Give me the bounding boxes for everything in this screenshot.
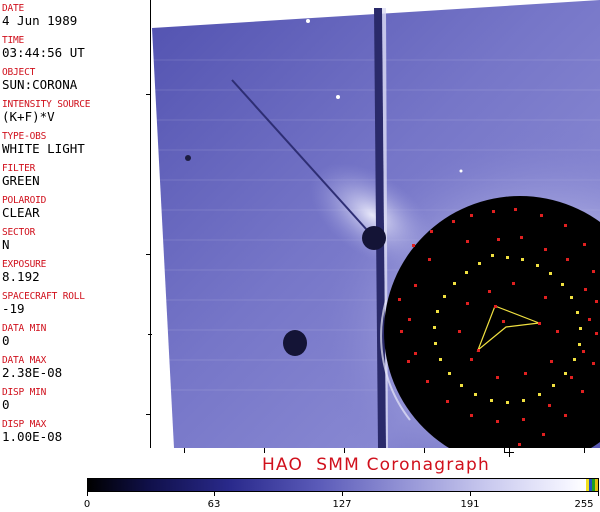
field-data-min: DATA MIN 0 bbox=[2, 323, 46, 348]
axis-tick bbox=[184, 448, 185, 453]
field-sector: SECTOR N bbox=[2, 227, 35, 252]
colorbar bbox=[87, 478, 599, 492]
field-filter: FILTER GREEN bbox=[2, 163, 40, 188]
colorbar-tick bbox=[342, 492, 343, 496]
field-value: GREEN bbox=[2, 173, 40, 188]
field-value: 0 bbox=[2, 333, 10, 348]
dark-speck bbox=[185, 155, 191, 161]
axis-tick bbox=[264, 448, 265, 453]
field-value: 0 bbox=[2, 397, 10, 412]
field-data-max: DATA MAX 2.38E-08 bbox=[2, 355, 62, 380]
axis-tick bbox=[146, 94, 151, 95]
metadata-panel: DATE 4 Jun 1989 TIME 03:44:56 UT OBJECT … bbox=[0, 0, 151, 448]
field-spacecraft-roll: SPACECRAFT ROLL -19 bbox=[2, 291, 85, 316]
colorbar-tick bbox=[214, 492, 215, 496]
axis-tick bbox=[150, 331, 151, 338]
axis-tick bbox=[146, 414, 151, 415]
field-value: CLEAR bbox=[2, 205, 40, 220]
field-value: SUN:CORONA bbox=[2, 77, 78, 92]
coronagraph-image[interactable] bbox=[152, 0, 600, 448]
field-value: N bbox=[2, 237, 10, 252]
colorbar-tick-label: 191 bbox=[460, 499, 480, 510]
field-value: 03:44:56 UT bbox=[2, 45, 85, 60]
image-title: HAO SMM Coronagraph bbox=[261, 455, 491, 475]
field-object: OBJECT SUN:CORONA bbox=[2, 67, 77, 92]
colorbar-tick bbox=[598, 492, 599, 496]
field-value: 1.00E-08 bbox=[2, 429, 63, 444]
field-value: -19 bbox=[2, 301, 25, 316]
field-time: TIME 03:44:56 UT bbox=[2, 35, 85, 60]
axis-tick bbox=[344, 448, 345, 453]
dark-spot bbox=[283, 330, 307, 356]
axis-tick bbox=[584, 448, 585, 453]
field-date: DATE 4 Jun 1989 bbox=[2, 3, 77, 28]
colorbar-tick-label: 63 bbox=[207, 499, 221, 510]
field-value: (K+F)*V bbox=[2, 109, 55, 124]
field-value: WHITE LIGHT bbox=[2, 141, 85, 156]
field-polaroid: POLAROID CLEAR bbox=[2, 195, 46, 220]
field-exposure: EXPOSURE 8.192 bbox=[2, 259, 46, 284]
colorbar-tick bbox=[87, 492, 88, 496]
colorbar-tick-label: 127 bbox=[332, 499, 352, 510]
coronagraph-image-svg bbox=[152, 0, 600, 448]
field-disp-min: DISP MIN 0 bbox=[2, 387, 46, 412]
field-value: 8.192 bbox=[2, 269, 40, 284]
colorbar-tick-label: 0 bbox=[83, 499, 91, 510]
axis-tick bbox=[424, 448, 425, 453]
colorbar-overflow-colors bbox=[586, 479, 598, 491]
colorbar-tick bbox=[470, 492, 471, 496]
field-intensity-source: INTENSITY SOURCE (K+F)*V bbox=[2, 99, 91, 124]
field-value: 4 Jun 1989 bbox=[2, 13, 78, 28]
field-type-obs: TYPE-OBS WHITE LIGHT bbox=[2, 131, 85, 156]
axis-tick bbox=[146, 254, 151, 255]
field-value: 2.38E-08 bbox=[2, 365, 63, 380]
field-disp-max: DISP MAX 1.00E-08 bbox=[2, 419, 62, 444]
colorbar-tick-label: 255 bbox=[574, 499, 594, 510]
